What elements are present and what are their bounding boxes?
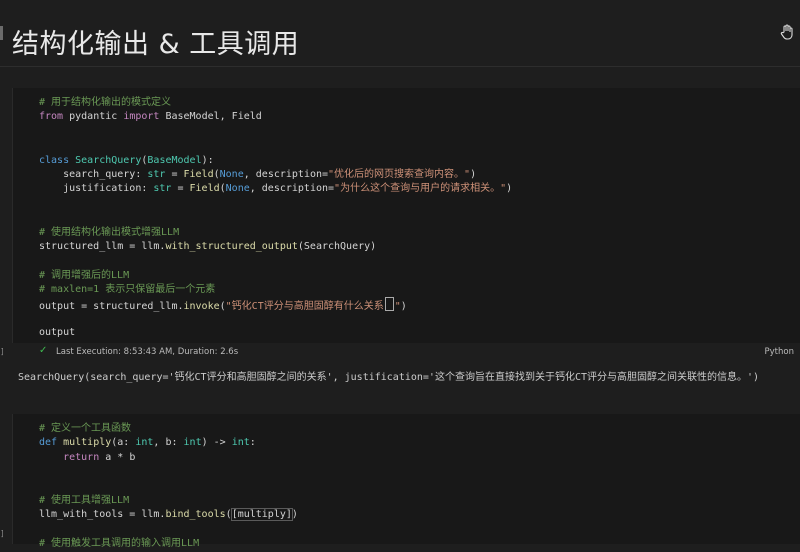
code-line[interactable]: # maxlen=1 表示只保留最后一个元素 — [39, 283, 512, 297]
code-token: , description= — [243, 168, 329, 180]
code-token: Field — [189, 183, 220, 195]
code-token: llm_with_tools = llm. — [39, 509, 166, 521]
code-token: int — [183, 437, 202, 449]
code-line[interactable] — [39, 312, 512, 326]
code-token: bind_tools — [165, 509, 226, 521]
code-token: "钙化CT评分与高胆固醇有什么关系 — [225, 301, 384, 313]
markdown-cell[interactable]: 结构化输出 & 工具调用 — [0, 0, 800, 88]
code-token: output = structured_llm. — [39, 301, 184, 313]
code-cell-2[interactable]: # 定义一个工具函数 def multiply(a: int, b: int) -… — [12, 414, 800, 549]
code-editor-1[interactable]: # 用于结构化输出的模式定义 from pydantic import BaseM… — [39, 96, 512, 341]
code-token: = — [165, 168, 184, 180]
code-token: : — [249, 437, 256, 449]
code-token: SearchQuery — [75, 154, 142, 166]
code-token: import — [123, 111, 160, 123]
code-line[interactable]: # 用于结构化输出的模式定义 — [39, 96, 512, 110]
code-line[interactable]: def multiply(a: int, b: int) -> int: — [39, 436, 298, 450]
code-token: ) -> — [201, 437, 232, 449]
code-token: def — [39, 437, 58, 449]
code-editor-2[interactable]: # 定义一个工具函数 def multiply(a: int, b: int) -… — [39, 422, 298, 552]
hand-icon[interactable] — [780, 24, 794, 40]
code-token: multiply — [63, 437, 112, 449]
divider — [0, 66, 800, 67]
cell-bracket-2: ] — [0, 529, 5, 538]
code-token: str — [147, 168, 166, 180]
code-line[interactable]: output — [39, 326, 512, 340]
code-token: (a: — [111, 437, 136, 449]
code-token: = — [171, 183, 190, 195]
code-line[interactable] — [39, 523, 298, 537]
code-line[interactable] — [39, 480, 298, 494]
code-line[interactable]: from pydantic import BaseModel, Field — [39, 110, 512, 124]
code-cell-1[interactable]: # 用于结构化输出的模式定义 from pydantic import BaseM… — [12, 88, 800, 343]
code-line[interactable]: structured_llm = llm.with_structured_out… — [39, 240, 512, 254]
code-line[interactable]: # 定义一个工具函数 — [39, 422, 298, 436]
code-token: [multiply] — [230, 508, 293, 522]
code-token: # maxlen=1 表示只保留最后一个元素 — [39, 284, 216, 296]
code-token: , b: — [153, 437, 184, 449]
code-line[interactable]: # 使用触发工具调用的输入调用LLM — [39, 537, 298, 551]
code-token: # 调用增强后的LLM — [39, 269, 130, 281]
execution-status: ✓ Last Execution: 8:53:43 AM, Duration: … — [12, 343, 800, 361]
code-line[interactable]: class SearchQuery(BaseModel): — [39, 154, 512, 168]
code-line[interactable] — [39, 465, 298, 479]
code-token: None — [225, 183, 250, 195]
code-token: search_query: — [39, 168, 148, 180]
code-token: ) — [470, 168, 477, 180]
code-token: int — [135, 437, 154, 449]
code-token: pydantic — [63, 111, 124, 123]
code-line[interactable]: return a * b — [39, 451, 298, 465]
code-token: justification: — [39, 183, 154, 195]
code-token: ( — [225, 509, 232, 521]
code-token: BaseModel — [147, 154, 202, 166]
code-token: None — [219, 168, 244, 180]
code-token: "为什么这个查询与用户的请求相关。" — [334, 183, 507, 195]
code-line[interactable]: # 调用增强后的LLM — [39, 269, 512, 283]
code-line[interactable] — [39, 211, 512, 225]
code-line[interactable] — [39, 254, 512, 268]
code-token: Field — [183, 168, 214, 180]
code-token: ) — [400, 301, 407, 313]
code-token: BaseModel, Field — [159, 111, 262, 123]
code-line[interactable] — [39, 125, 512, 139]
code-token: ) — [291, 509, 298, 521]
code-line[interactable]: justification: str = Field(None, descrip… — [39, 182, 512, 196]
code-token: structured_llm = llm. — [39, 240, 166, 252]
code-line[interactable]: llm_with_tools = llm.bind_tools([multipl… — [39, 508, 298, 522]
code-token: invoke — [183, 301, 220, 313]
text-cursor — [384, 297, 394, 312]
code-token: "优化后的网页搜索查询内容。" — [328, 168, 471, 180]
page-title: 结构化输出 & 工具调用 — [12, 29, 300, 60]
code-token: # 定义一个工具函数 — [39, 423, 132, 434]
code-token: # 使用结构化输出模式增强LLM — [39, 226, 180, 238]
collapse-bar[interactable] — [0, 26, 3, 40]
code-token: str — [153, 183, 172, 195]
code-token: with_structured_output — [165, 240, 298, 252]
code-token: ): — [201, 154, 214, 166]
cell-bracket: ] — [0, 347, 5, 356]
code-token: int — [231, 437, 250, 449]
code-line[interactable]: # 使用结构化输出模式增强LLM — [39, 226, 512, 240]
code-line[interactable]: search_query: str = Field(None, descript… — [39, 168, 512, 182]
code-token: , description= — [249, 183, 335, 195]
code-token: from — [39, 111, 64, 123]
code-line[interactable]: # 使用工具增强LLM — [39, 494, 298, 508]
check-icon: ✓ — [39, 345, 48, 356]
code-token: output — [39, 327, 76, 339]
code-token: class — [39, 154, 70, 166]
code-line[interactable] — [39, 197, 512, 211]
code-token: (SearchQuery) — [297, 240, 377, 252]
execution-info: Last Execution: 8:53:43 AM, Duration: 2.… — [56, 347, 239, 357]
code-line[interactable]: output = structured_llm.invoke("钙化CT评分与高… — [39, 297, 512, 313]
cell-output: SearchQuery(search_query='钙化CT评分和高胆固醇之间的… — [18, 372, 760, 383]
language-label[interactable]: Python — [765, 347, 794, 357]
code-token: return — [63, 451, 100, 463]
code-token: # 用于结构化输出的模式定义 — [39, 97, 172, 108]
code-token: a * b — [99, 451, 136, 463]
code-token: # 使用工具增强LLM — [39, 494, 130, 506]
code-line[interactable] — [39, 139, 512, 153]
code-token: ) — [506, 183, 513, 195]
